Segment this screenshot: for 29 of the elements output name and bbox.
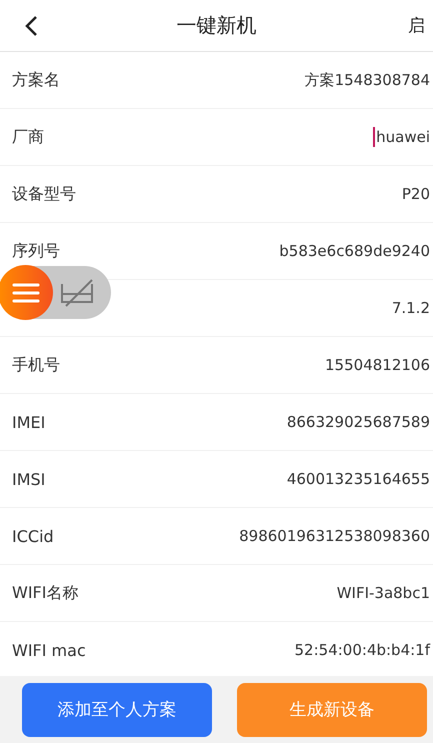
field-value[interactable]: P20 (402, 185, 430, 203)
menu-button[interactable] (0, 265, 53, 320)
page-title: 一键新机 (176, 12, 256, 39)
field-label: WIFI mac (12, 640, 86, 660)
field-label: WIFI名称 (12, 582, 78, 604)
back-icon (24, 14, 38, 36)
field-value[interactable]: 52:54:00:4b:b4:1f (294, 641, 430, 659)
field-value[interactable]: b583e6c689de9240 (279, 242, 430, 260)
field-value[interactable]: 866329025687589 (286, 413, 430, 431)
enable-button[interactable]: 启 (408, 14, 425, 37)
field-label: 手机号 (12, 354, 60, 376)
field-value[interactable]: WIFI-3a8bc1 (336, 584, 430, 602)
field-label: 厂商 (12, 126, 44, 148)
field-label: IMEI (12, 412, 46, 432)
field-label: IMSI (12, 470, 46, 488)
field-label: ICCid (12, 526, 54, 546)
field-value[interactable]: 89860196312538098360 (239, 527, 430, 545)
field-value[interactable]: huawei (373, 127, 430, 147)
field-label: 方案名 (12, 70, 60, 90)
field-value[interactable]: 15504812106 (325, 356, 430, 374)
menu-icon (12, 282, 40, 304)
field-value[interactable]: 7.1.2 (392, 299, 430, 317)
add-plan-button[interactable]: 添加至个人方案 (22, 682, 212, 736)
field-value[interactable]: 460013235164655 (286, 470, 430, 488)
tray-icon (60, 278, 96, 308)
field-label: 序列号 (12, 240, 60, 262)
field-label: 设备型号 (12, 184, 76, 204)
field-value[interactable]: 方案1548308784 (304, 70, 430, 90)
text-cursor (373, 127, 376, 147)
